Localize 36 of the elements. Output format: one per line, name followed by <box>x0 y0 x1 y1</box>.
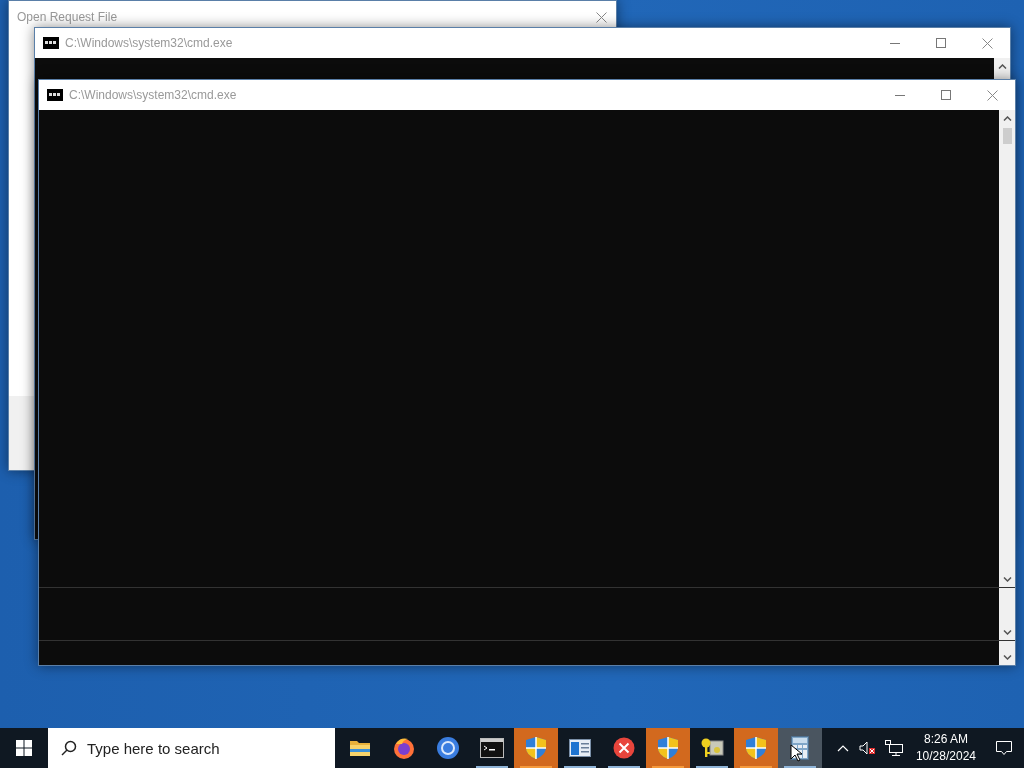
shield-icon <box>657 736 679 760</box>
console-icon <box>43 37 59 49</box>
window-title: C:\Windows\system32\cmd.exe <box>65 36 233 50</box>
close-icon <box>595 11 607 23</box>
shield-icon <box>745 736 767 760</box>
close-icon <box>986 89 998 101</box>
firefox-icon <box>392 736 416 760</box>
scrollbar[interactable] <box>999 588 1015 640</box>
taskbar-app-button[interactable] <box>778 728 822 768</box>
scrollbar[interactable] <box>999 110 1015 587</box>
minimize-icon <box>895 94 905 96</box>
scroll-thumb[interactable] <box>1002 128 1012 144</box>
window-title: Open Request File <box>17 10 118 24</box>
network-icon <box>884 740 903 756</box>
windows-logo-icon <box>16 740 32 756</box>
maximize-icon <box>936 38 946 48</box>
close-icon <box>981 37 993 49</box>
search-field[interactable]: Type here to search <box>48 728 335 768</box>
search-icon <box>61 740 77 756</box>
console-icon <box>480 738 504 758</box>
window-title: C:\Windows\system32\cmd.exe <box>69 88 237 102</box>
keys-icon <box>700 737 724 759</box>
cursor-icon <box>790 744 802 762</box>
maximize-icon <box>941 90 951 100</box>
browser-icon <box>436 736 460 760</box>
speaker-muted-icon <box>858 741 875 755</box>
window-icon <box>569 739 591 757</box>
folder-icon <box>349 739 371 757</box>
chevron-up-icon <box>836 744 849 752</box>
shield-icon <box>525 736 547 760</box>
scrollbar[interactable] <box>999 641 1015 665</box>
error-icon <box>613 737 635 759</box>
console-icon <box>47 89 63 101</box>
clock[interactable]: 8:26 AM 10/28/2024 <box>907 731 984 765</box>
minimize-icon <box>890 42 900 44</box>
notification-icon <box>996 740 1012 756</box>
